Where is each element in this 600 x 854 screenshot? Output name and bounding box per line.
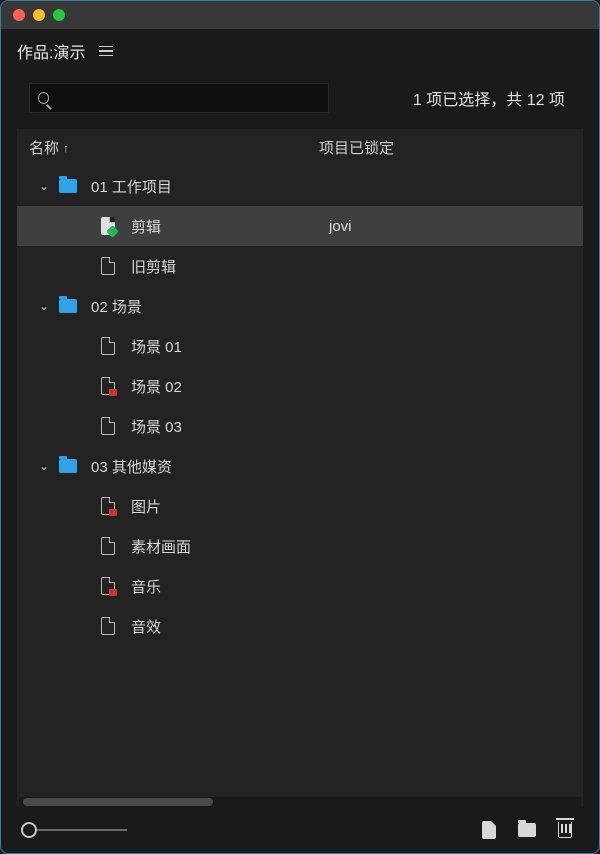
project-panel: 作品:演示 1 项已选择，共 12 项 名称 ↑ 项目已锁定 ⌄ 01 工作项目 ›…: [0, 0, 600, 854]
table-row[interactable]: ›音乐: [17, 566, 583, 606]
table-row[interactable]: ›场景 01: [17, 326, 583, 366]
column-header-name-label: 名称: [29, 137, 59, 158]
file-locked-icon: [101, 577, 115, 595]
folder-icon: [59, 179, 77, 193]
minimize-window-button[interactable]: [33, 9, 45, 21]
horizontal-scrollbar[interactable]: [19, 797, 581, 807]
panel-title: 作品:演示: [17, 39, 85, 63]
column-header-locked-label: 项目已锁定: [319, 140, 394, 157]
row-label: 场景 02: [131, 376, 182, 397]
row-label: 02 场景: [91, 296, 142, 317]
table-row[interactable]: ⌄ 01 工作项目: [17, 166, 583, 206]
panel-menu-icon[interactable]: [99, 46, 113, 57]
table-row[interactable]: ›场景 02: [17, 366, 583, 406]
file-icon: [101, 337, 115, 355]
column-header-locked[interactable]: 项目已锁定: [319, 137, 571, 158]
row-label: 03 其他媒资: [91, 456, 172, 477]
column-header-name[interactable]: 名称 ↑: [29, 137, 319, 158]
row-label: 旧剪辑: [131, 256, 176, 277]
row-label: 图片: [131, 496, 161, 517]
column-headers: 名称 ↑ 项目已锁定: [17, 129, 583, 166]
scrollbar-thumb[interactable]: [23, 798, 213, 806]
row-label: 场景 03: [131, 416, 182, 437]
row-label: 音效: [131, 616, 161, 637]
chevron-down-icon[interactable]: ⌄: [37, 299, 51, 313]
bottom-toolbar: [1, 807, 599, 853]
folder-icon: [59, 459, 77, 473]
delete-button[interactable]: [551, 816, 579, 844]
zoom-handle[interactable]: [21, 822, 37, 838]
file-locked-icon: [101, 377, 115, 395]
selection-status: 1 项已选择，共 12 项: [349, 86, 571, 110]
table-row[interactable]: ›音效: [17, 606, 583, 646]
trash-icon: [558, 822, 572, 838]
chevron-down-icon[interactable]: ⌄: [37, 459, 51, 473]
toolbar: 1 项已选择，共 12 项: [1, 73, 599, 123]
search-box[interactable]: [29, 83, 329, 113]
file-icon: [101, 617, 115, 635]
new-item-button[interactable]: [475, 816, 503, 844]
row-label: 场景 01: [131, 336, 182, 357]
file-icon: [101, 257, 115, 275]
rows-container: ⌄01 工作项目›剪辑jovi›旧剪辑⌄02 场景›场景 01›场景 02›场景…: [17, 166, 583, 797]
table-row[interactable]: ⌄ 03 其他媒资: [17, 446, 583, 486]
row-label: 01 工作项目: [91, 176, 172, 197]
new-folder-button[interactable]: [513, 816, 541, 844]
sort-ascending-icon: ↑: [63, 141, 69, 155]
chevron-down-icon[interactable]: ⌄: [37, 179, 51, 193]
zoom-slider[interactable]: [21, 822, 127, 838]
maximize-window-button[interactable]: [53, 9, 65, 21]
row-label: 剪辑: [131, 216, 161, 237]
zoom-track: [37, 829, 127, 831]
table-row[interactable]: ›场景 03: [17, 406, 583, 446]
file-edit-icon: [101, 217, 115, 235]
panel-header: 作品:演示: [1, 29, 599, 73]
search-icon: [38, 92, 49, 104]
window-titlebar: [1, 1, 599, 29]
row-label: 音乐: [131, 576, 161, 597]
file-icon: [101, 417, 115, 435]
close-window-button[interactable]: [13, 9, 25, 21]
folder-icon: [518, 823, 536, 837]
table-row[interactable]: ›素材画面: [17, 526, 583, 566]
file-locked-icon: [101, 497, 115, 515]
table-row[interactable]: ›剪辑jovi: [17, 206, 583, 246]
row-locked-by: jovi: [323, 218, 583, 235]
search-input[interactable]: [55, 90, 320, 106]
table-row[interactable]: ⌄ 02 场景: [17, 286, 583, 326]
table-row[interactable]: ›图片: [17, 486, 583, 526]
table-row[interactable]: ›旧剪辑: [17, 246, 583, 286]
project-table: 名称 ↑ 项目已锁定 ⌄01 工作项目›剪辑jovi›旧剪辑⌄02 场景›场景 …: [17, 129, 583, 807]
file-icon: [482, 821, 496, 839]
row-label: 素材画面: [131, 536, 191, 557]
file-icon: [101, 537, 115, 555]
folder-icon: [59, 299, 77, 313]
